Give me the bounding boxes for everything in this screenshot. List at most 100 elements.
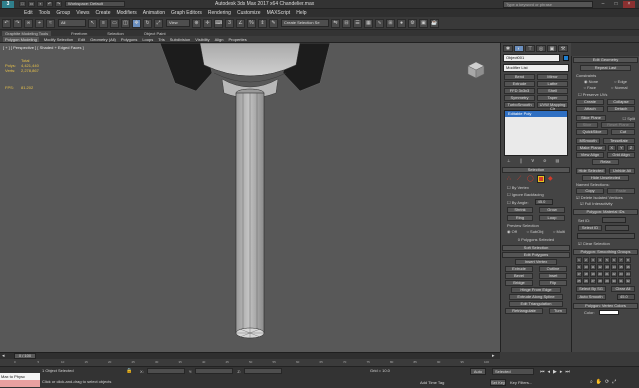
- object-color-swatch[interactable]: [563, 55, 569, 61]
- tessellate-button[interactable]: Tessellate: [603, 138, 635, 144]
- menu-group[interactable]: Group: [56, 10, 70, 16]
- retriangulate-button[interactable]: Retriangulate: [505, 308, 543, 314]
- clear-all-button[interactable]: Clear All: [611, 286, 635, 292]
- modifier-uvw-mapping-button[interactable]: UVW Mapping Clr: [537, 102, 568, 111]
- z-coordinate-field[interactable]: [243, 368, 282, 374]
- lock-selection-icon[interactable]: 🔒: [126, 368, 132, 374]
- search-input[interactable]: Type a keyword or phrase: [503, 1, 593, 8]
- constraint-edge-radio[interactable]: ○ Edge: [614, 79, 627, 84]
- make-unique-icon[interactable]: ∀: [531, 158, 534, 163]
- slice-plane-button[interactable]: Slice Plane: [576, 115, 606, 121]
- zoom-icon[interactable]: ⌕: [590, 379, 593, 385]
- modifier-mirror-button[interactable]: Mirror: [537, 74, 568, 80]
- auto-key-button[interactable]: Auto: [470, 368, 486, 375]
- redo-icon[interactable]: ↷: [13, 18, 22, 28]
- render-setup-icon[interactable]: ⚙: [408, 18, 417, 28]
- named-selection-dropdown[interactable]: Create Selection Se: [281, 19, 329, 27]
- go-to-start-icon[interactable]: ⏮: [540, 369, 545, 375]
- turn-button[interactable]: Turn: [549, 308, 567, 314]
- graphite-toggle-icon[interactable]: ▦: [364, 18, 373, 28]
- constraint-face-radio[interactable]: ○ Face: [584, 85, 596, 90]
- smoothing-group-button[interactable]: 5: [604, 257, 610, 263]
- ribbon-align[interactable]: Align: [215, 37, 224, 42]
- modifier-extrude-button[interactable]: Extrude: [504, 81, 535, 87]
- smoothing-group-button[interactable]: 10: [583, 264, 589, 270]
- element-level-icon[interactable]: ◆: [548, 176, 555, 183]
- material-name-dropdown[interactable]: [577, 233, 635, 239]
- spinner-snap-icon[interactable]: ⇕: [258, 18, 267, 28]
- modifier-shell-button[interactable]: Shell: [537, 88, 568, 94]
- smoothing-group-button[interactable]: 21: [604, 271, 610, 277]
- constraint-normal-radio[interactable]: ○ Normal: [611, 85, 627, 90]
- schematic-view-icon[interactable]: ⊞: [386, 18, 395, 28]
- extrude-along-spline-button[interactable]: Extrude Along Spline: [509, 294, 563, 300]
- smoothing-group-button[interactable]: 6: [611, 257, 617, 263]
- go-to-end-icon[interactable]: ⏭: [565, 369, 570, 375]
- inset-button[interactable]: Inset: [539, 273, 567, 279]
- play-icon[interactable]: ▶: [553, 369, 557, 375]
- menu-help[interactable]: Help: [296, 10, 306, 16]
- set-key-button[interactable]: Set Key: [490, 379, 506, 386]
- close-icon[interactable]: ×: [623, 1, 635, 8]
- rectangular-selection-icon[interactable]: ▭: [110, 18, 119, 28]
- modifier-symmetry-button[interactable]: Symmetry: [504, 95, 535, 101]
- auto-smooth-button[interactable]: Auto Smooth: [576, 294, 606, 300]
- key-mode-dropdown[interactable]: Selected: [492, 368, 534, 375]
- smoothing-group-button[interactable]: 15: [618, 264, 624, 270]
- add-time-tag-button[interactable]: Add Time Tag: [420, 380, 444, 385]
- window-crossing-icon[interactable]: ◫: [121, 18, 130, 28]
- tab-selection[interactable]: Selection: [107, 31, 123, 36]
- rendered-frame-icon[interactable]: ▣: [419, 18, 428, 28]
- split-checkbox[interactable]: ☐ Split: [623, 116, 635, 121]
- configure-sets-icon[interactable]: ▤: [555, 158, 559, 163]
- pivot-center-icon[interactable]: ⊕: [192, 18, 201, 28]
- smoothing-group-button[interactable]: 17: [576, 271, 582, 277]
- previous-key-icon[interactable]: ◂: [548, 369, 551, 375]
- unhide-all-button[interactable]: Unhide All: [609, 168, 635, 174]
- material-ids-rollout-title[interactable]: Polygon: Material IDs: [573, 209, 638, 215]
- ribbon-tris[interactable]: Tris: [158, 37, 165, 42]
- select-id-button[interactable]: Select ID: [578, 225, 602, 231]
- by-vertex-checkbox[interactable]: ☐ By Vertex: [507, 185, 565, 190]
- smoothing-group-button[interactable]: 30: [611, 278, 617, 284]
- bridge-button[interactable]: Bridge: [505, 280, 533, 286]
- clear-selection-checkbox[interactable]: ☑ Clear Selection: [578, 241, 633, 246]
- menu-rendering[interactable]: Rendering: [208, 10, 231, 16]
- timeline-track[interactable]: 0 5 10 15 20 25 30 35 40 45 50 55 60 65 70 75 80 85 90 95 10…: [0, 359, 500, 366]
- unlink-icon[interactable]: ≁: [35, 18, 44, 28]
- select-rotate-icon[interactable]: ↻: [143, 18, 152, 28]
- edit-named-selection-icon[interactable]: ✎: [269, 18, 278, 28]
- perspective-viewport[interactable]: [ + ] [ Perspective ] [ Shaded + Edged F…: [0, 43, 500, 352]
- menu-create[interactable]: Create: [95, 10, 110, 16]
- select-id-spinner[interactable]: [605, 225, 629, 231]
- paste-button[interactable]: Paste: [607, 188, 635, 194]
- attach-button[interactable]: Attach: [576, 106, 604, 112]
- vertex-color-swatch[interactable]: [598, 310, 619, 315]
- remove-modifier-icon[interactable]: ⊘: [543, 158, 546, 163]
- hinge-from-edge-button[interactable]: Hinge From Edge: [511, 287, 561, 293]
- modify-tab-icon[interactable]: ◐: [514, 45, 524, 52]
- minimize-icon[interactable]: –: [597, 1, 609, 8]
- y-coordinate-field[interactable]: [195, 368, 234, 374]
- polygon-level-icon[interactable]: [537, 175, 545, 183]
- percent-snap-icon[interactable]: %: [247, 18, 256, 28]
- modifier-turbosmooth-button[interactable]: TurboSmooth: [504, 102, 535, 108]
- ignore-backfacing-checkbox[interactable]: ☐ Ignore Backfacing: [507, 192, 565, 197]
- smoothing-group-button[interactable]: 8: [625, 257, 631, 263]
- link-icon[interactable]: ∞: [24, 18, 33, 28]
- ring-button[interactable]: Ring: [507, 215, 533, 221]
- smoothing-group-button[interactable]: 9: [576, 264, 582, 270]
- msmooth-button[interactable]: MSmooth: [576, 138, 600, 144]
- ribbon-modify-selection[interactable]: Modify Selection: [44, 37, 73, 42]
- smoothing-group-button[interactable]: 18: [583, 271, 589, 277]
- key-filters-button[interactable]: Key Filters...: [510, 380, 532, 385]
- modifier-list-dropdown[interactable]: Modifier List: [503, 64, 569, 72]
- edit-triangulation-button[interactable]: Edit Triangulation: [509, 301, 563, 307]
- orbit-icon[interactable]: ⟳: [605, 379, 609, 385]
- x-coordinate-field[interactable]: [146, 368, 185, 374]
- new-file-icon[interactable]: □: [19, 1, 26, 7]
- menu-tools[interactable]: Tools: [39, 10, 51, 16]
- stack-item-editable-poly[interactable]: Editable Poly: [505, 111, 567, 117]
- smoothing-group-button[interactable]: 22: [611, 271, 617, 277]
- planar-y-button[interactable]: Y: [617, 145, 626, 151]
